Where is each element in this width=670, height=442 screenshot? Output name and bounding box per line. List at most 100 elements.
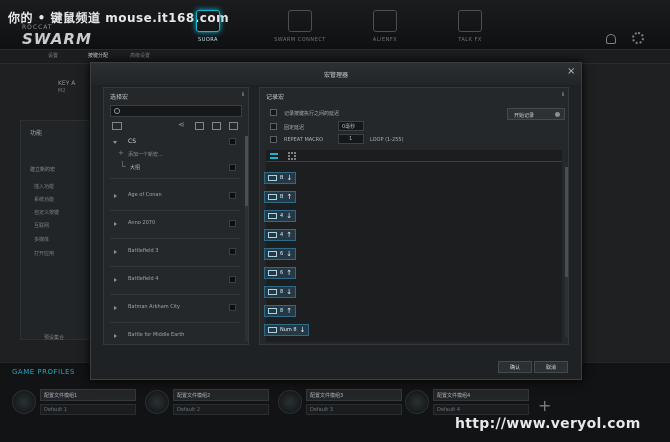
keyboard-key-icon [268,213,277,219]
fixed-delay-checkbox[interactable] [270,123,277,130]
subtab-advanced[interactable]: 高级设置 [130,52,150,59]
fixed-delay-input[interactable]: 0毫秒 [338,121,364,131]
group-checkbox[interactable] [229,138,236,145]
group-checkbox[interactable] [229,276,236,283]
event-key: B [280,194,284,200]
repeat-macro-label: REPEAT MACRO [284,137,324,143]
info-icon[interactable]: ℹ [242,91,244,98]
pane-title: 记录宏 [266,94,285,101]
group-label: Anno 2070 [128,220,156,226]
macro-group[interactable]: Battle for Middle Earth [110,323,240,345]
game-profiles-title: GAME PROFILES [12,368,75,376]
start-record-label: 开始记录 [514,113,535,119]
profile-name[interactable]: 配置文件模组2 [173,389,269,401]
bg-bottom: 预设集合 [44,335,65,341]
macro-event[interactable]: 8 ↑ [264,305,297,317]
profile-slot[interactable]: 配置文件模组1 Default 1 [12,388,137,418]
folder-icon[interactable] [112,122,122,130]
export-icon[interactable] [212,122,221,130]
event-key: Num 8 [280,327,297,333]
nav-tab-suora[interactable]: SUORA [178,8,238,48]
macro-search-input[interactable] [110,105,242,117]
group-label: CS [128,138,136,145]
close-icon[interactable]: × [567,66,575,77]
macro-group-cs[interactable]: CS + 添加一个新宏... 大招 [110,135,240,179]
bg-item: 打开应用 [34,251,55,257]
triangle-icon [458,10,482,32]
trash-icon[interactable] [229,122,238,130]
macro-event[interactable]: 8 ↓ [264,286,297,298]
arrow-up-icon: ↑ [286,269,293,277]
add-profile-button[interactable]: + [538,396,551,415]
profile-name[interactable]: 配置文件模组3 [306,389,402,401]
macro-group[interactable]: Age of Conan [110,183,240,211]
arrow-down-icon: ↓ [286,288,293,296]
macro-group[interactable]: Anno 2070 [110,211,240,239]
import-icon[interactable] [195,122,204,130]
macro-item[interactable]: 大招 [130,164,140,171]
repeat-count-input[interactable]: 1 [338,134,364,144]
profile-name[interactable]: 配置文件模组4 [433,389,529,401]
macro-event[interactable]: B ↓ [264,172,297,184]
profile-default: Default 2 [173,404,269,415]
macro-manager-dialog: 宏管理器 × 选择宏 ℹ ⋖ CS + 添加一个新宏... 大招 Age of … [90,62,582,380]
group-checkbox[interactable] [229,248,236,255]
loop-hint: LOOP (1-255) [370,137,404,143]
record-delay-checkbox[interactable] [270,109,277,116]
event-key: 8 [280,308,284,314]
macro-group[interactable]: Battlefield 3 [110,239,240,267]
keyboard-key-icon [268,308,277,314]
scrollbar-thumb[interactable] [245,136,248,206]
profile-slot[interactable]: 配置文件模组3 Default 3 [278,388,403,418]
nav-tab-swarm-connect[interactable]: SWARM CONNECT [270,8,330,48]
macro-group[interactable]: Batman Arkham City [110,295,240,323]
nav-tab-talkfx[interactable]: TALK FX [440,8,500,48]
add-new-macro-link[interactable]: 添加一个新宏... [128,151,163,158]
share-icon[interactable]: ⋖ [178,120,187,129]
scrollbar-thumb[interactable] [565,167,568,277]
macro-event[interactable]: 6 ↓ [264,248,297,260]
keyboard-key-icon [268,327,277,333]
arrow-down-icon: ↓ [286,174,293,182]
cancel-button[interactable]: 取消 [534,361,568,373]
grid-view-icon[interactable] [288,152,296,160]
group-checkbox[interactable] [229,304,236,311]
nav-tab-alienfx[interactable]: ALIENFX [355,8,415,48]
macro-event[interactable]: B ↑ [264,191,297,203]
arrow-down-icon: ↓ [286,250,293,258]
profile-name[interactable]: 配置文件模组1 [40,389,136,401]
subtab-settings[interactable]: 设置 [48,52,58,59]
macro-event[interactable]: 4 ↑ [264,229,297,241]
keyboard-key-icon [268,289,277,295]
keyboard-key-icon [268,232,277,238]
gear-icon[interactable] [632,32,644,44]
subtab-key-assign[interactable]: 按键分配 [88,52,108,59]
bg-item: 插入功能 [34,184,55,190]
macro-event[interactable]: Num 8 ↓ [264,324,310,336]
confirm-button[interactable]: 确认 [498,361,532,373]
profile-slot[interactable]: 配置文件模组2 Default 2 [145,388,270,418]
bell-icon[interactable] [606,34,616,44]
group-checkbox[interactable] [229,220,236,227]
group-label: Batman Arkham City [128,304,181,310]
event-key: 6 [280,270,284,276]
info-icon[interactable]: ℹ [562,91,564,98]
mouse-icon [12,390,36,414]
keyboard-key-icon [268,175,277,181]
arrow-up-icon: ↑ [286,307,293,315]
nav-tab-label: SWARM CONNECT [274,37,326,43]
profile-slot[interactable]: 配置文件模组4 Default 4 [405,388,530,418]
macro-event[interactable]: 6 ↑ [264,267,297,279]
profile-default: Default 4 [433,404,529,415]
chevron-right-icon [114,278,117,282]
profile-default: Default 3 [306,404,402,415]
repeat-macro-checkbox[interactable] [270,136,277,143]
start-record-button[interactable]: 开始记录 [507,108,565,120]
macro-checkbox[interactable] [229,164,236,171]
macro-group[interactable]: Battlefield 4 [110,267,240,295]
bg-key-label: KEY A [58,80,76,87]
group-checkbox[interactable] [229,192,236,199]
dialog-title: 宏管理器 [323,72,348,79]
list-view-icon[interactable] [270,153,278,159]
macro-event[interactable]: 4 ↓ [264,210,297,222]
